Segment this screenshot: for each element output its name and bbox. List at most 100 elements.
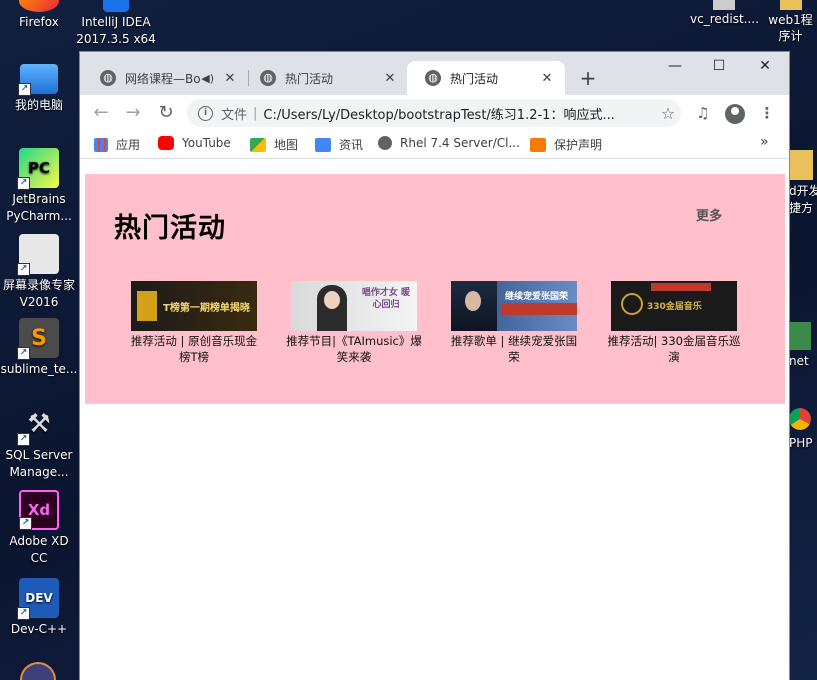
menu-kebab-icon[interactable]: ⋮ bbox=[757, 104, 777, 122]
activity-card[interactable]: 330金届音乐 推荐活动| 330金届音乐巡演 bbox=[604, 281, 744, 365]
page-viewport: 热门活动 更多 T榜第一期榜单揭晓 推荐活动 | 原创音乐现金榜T榜 唱作才女 … bbox=[80, 160, 789, 680]
card-caption[interactable]: 推荐活动 | 原创音乐现金榜T榜 bbox=[124, 333, 264, 365]
card-caption[interactable]: 推荐活动| 330金届音乐巡演 bbox=[604, 333, 744, 365]
profile-avatar-icon[interactable] bbox=[725, 104, 745, 124]
shortcut-arrow-icon: ↗ bbox=[17, 177, 30, 190]
desktop-icon-label: JetBrains PyCharm... bbox=[6, 192, 72, 223]
bookmark-label: 资讯 bbox=[339, 138, 364, 152]
shortcut-arrow-icon: ↗ bbox=[19, 517, 32, 530]
vc-redist-icon bbox=[713, 0, 736, 10]
desktop-icon-screen-recorder[interactable]: ↗ 屏幕录像专家 V2016 bbox=[0, 234, 78, 311]
desktop-icon-label: PHP bbox=[789, 436, 813, 450]
desktop-icon-adobe-xd[interactable]: Xd ↗ Adobe XD CC bbox=[0, 490, 78, 567]
desktop-icon-sublime[interactable]: S ↗ sublime_te... bbox=[0, 318, 78, 378]
back-button[interactable]: ← bbox=[90, 102, 112, 123]
window-close-button[interactable]: ✕ bbox=[755, 58, 775, 74]
desktop-icon-firefox[interactable]: Firefox bbox=[0, 0, 78, 31]
bookmark-star-icon[interactable]: ☆ bbox=[655, 104, 681, 123]
tab-course[interactable]: ◍ 网络课程—Bo ◀) ✕ bbox=[82, 61, 248, 95]
adobe-xd-icon: Xd ↗ bbox=[19, 490, 59, 530]
desktop-icon-label: vc_redist.... bbox=[690, 12, 759, 26]
url-text[interactable]: C:/Users/Ly/Desktop/bootstrapTest/练习1.2-… bbox=[263, 104, 655, 123]
card-thumbnail[interactable]: 唱作才女 暖心回归 bbox=[291, 281, 417, 331]
close-icon[interactable]: ✕ bbox=[222, 71, 238, 86]
maximize-button[interactable]: ☐ bbox=[709, 58, 729, 74]
card-thumbnail[interactable]: T榜第一期榜单揭晓 bbox=[131, 281, 257, 331]
minimize-button[interactable]: — bbox=[665, 58, 685, 74]
maps-icon bbox=[250, 137, 266, 152]
media-playlist-icon[interactable]: ♫ bbox=[693, 104, 713, 122]
card-thumbnail[interactable]: 330金届音乐 bbox=[611, 281, 737, 331]
desktop-icon-partial-1[interactable]: d开发 捷方 bbox=[789, 150, 817, 216]
red-banner bbox=[501, 303, 577, 315]
bookmark-label: 保护声明 bbox=[554, 138, 603, 152]
desktop-icon-my-computer[interactable]: ↗ 我的电脑 bbox=[0, 64, 78, 114]
youtube-icon bbox=[158, 136, 174, 150]
devcpp-icon: DEV ↗ bbox=[17, 578, 59, 620]
news-icon bbox=[315, 137, 331, 152]
globe-icon: ◍ bbox=[260, 70, 276, 86]
bookmark-rhel[interactable]: Rhel 7.4 Server/Cl... bbox=[378, 136, 520, 150]
desktop-icon-label: net bbox=[789, 354, 809, 368]
red-title-stripe bbox=[651, 283, 711, 291]
desktop-icon-partial-2[interactable]: net bbox=[789, 322, 817, 368]
desktop-icon-label: Adobe XD CC bbox=[9, 534, 69, 565]
desktop-icon-label: IntelliJ IDEA 2017.3.5 x64 bbox=[76, 15, 156, 46]
forward-button[interactable]: → bbox=[122, 102, 144, 123]
t-rank-logo-icon bbox=[137, 291, 157, 321]
activity-card[interactable]: 继续宠爱张国荣 推荐歌单 | 继续宠爱张国荣 bbox=[444, 281, 584, 365]
partial-desktop-icon[interactable] bbox=[20, 662, 56, 680]
bookmark-maps[interactable]: 地图 bbox=[250, 136, 298, 153]
bookmark-privacy[interactable]: 保护声明 bbox=[530, 136, 602, 153]
shortcut-arrow-icon: ↗ bbox=[18, 83, 31, 96]
folder-icon bbox=[779, 0, 802, 10]
singer-face bbox=[465, 291, 481, 311]
desktop-icon-pycharm[interactable]: PC ↗ JetBrains PyCharm... bbox=[0, 148, 78, 225]
card-thumbnail[interactable]: 继续宠爱张国荣 bbox=[451, 281, 577, 331]
card-caption[interactable]: 推荐节目|《TAImusic》爆笑来袭 bbox=[284, 333, 424, 365]
firefox-icon bbox=[19, 0, 59, 12]
more-link[interactable]: 更多 bbox=[696, 205, 722, 224]
address-bar[interactable]: i 文件 | C:/Users/Ly/Desktop/bootstrapTest… bbox=[187, 99, 681, 127]
desktop-icon-sql-server[interactable]: ⚒ ↗ SQL Server Manage... bbox=[0, 404, 78, 481]
desktop-icon-label: 我的电脑 bbox=[14, 98, 63, 112]
bookmarks-overflow-button[interactable]: » bbox=[760, 134, 769, 150]
security-icon bbox=[530, 137, 546, 152]
new-tab-button[interactable]: + bbox=[578, 66, 598, 90]
bookmark-news[interactable]: 资讯 bbox=[315, 136, 363, 153]
desktop-icon-php[interactable]: PHP bbox=[789, 408, 817, 450]
tab-title: 网络课程—Bo bbox=[125, 71, 201, 86]
folder-icon bbox=[789, 150, 813, 180]
desktop-icon-label: web1程序计 bbox=[768, 13, 813, 43]
info-icon[interactable]: i bbox=[198, 105, 213, 121]
desktop-icon-intellij[interactable]: IntelliJ IDEA 2017.3.5 x64 bbox=[76, 0, 156, 48]
shortcut-arrow-icon: ↗ bbox=[17, 433, 30, 446]
gold-ring-icon bbox=[621, 293, 643, 315]
activity-card[interactable]: T榜第一期榜单揭晓 推荐活动 | 原创音乐现金榜T榜 bbox=[124, 281, 264, 365]
computer-icon: ↗ bbox=[18, 64, 58, 96]
apps-grid-icon bbox=[94, 137, 108, 152]
desktop-icon-devcpp[interactable]: DEV ↗ Dev-C++ bbox=[0, 578, 78, 638]
reload-button[interactable]: ↻ bbox=[155, 102, 177, 123]
hot-activity-panel: 热门活动 更多 T榜第一期榜单揭晓 推荐活动 | 原创音乐现金榜T榜 唱作才女 … bbox=[85, 174, 785, 404]
shortcut-arrow-icon: ↗ bbox=[17, 263, 30, 276]
desktop-icon-label: Dev-C++ bbox=[10, 622, 68, 636]
tab-hot-activity-active[interactable]: ◍ 热门活动 ✕ bbox=[407, 61, 565, 95]
sql-server-tools-icon: ⚒ ↗ bbox=[17, 404, 59, 446]
activity-card[interactable]: 唱作才女 暖心回归 推荐节目|《TAImusic》爆笑来袭 bbox=[284, 281, 424, 365]
close-icon[interactable]: ✕ bbox=[382, 71, 398, 86]
tab-hot-activity-1[interactable]: ◍ 热门活动 ✕ bbox=[242, 61, 408, 95]
bookmark-apps[interactable]: 应用 bbox=[94, 136, 140, 153]
card-caption[interactable]: 推荐歌单 | 继续宠爱张国荣 bbox=[444, 333, 584, 365]
desktop-icon-web1[interactable]: web1程序计 bbox=[764, 0, 817, 44]
shortcut-arrow-icon: ↗ bbox=[17, 607, 30, 620]
browser-window: ◍ 网络课程—Bo ◀) ✕ ◍ 热门活动 ✕ ◍ 热门活动 ✕ + — ☐ ✕… bbox=[80, 52, 789, 680]
desktop-icon-label: SQL Server Manage... bbox=[5, 448, 73, 479]
bookmark-label: YouTube bbox=[182, 136, 231, 150]
globe-icon bbox=[378, 136, 392, 150]
bookmark-youtube[interactable]: YouTube bbox=[158, 136, 231, 150]
tab-title: 热门活动 bbox=[285, 71, 334, 86]
desktop-icon-vc-redist[interactable]: vc_redist.... bbox=[690, 0, 759, 26]
chrome-icon bbox=[789, 408, 811, 430]
close-icon[interactable]: ✕ bbox=[539, 71, 555, 86]
